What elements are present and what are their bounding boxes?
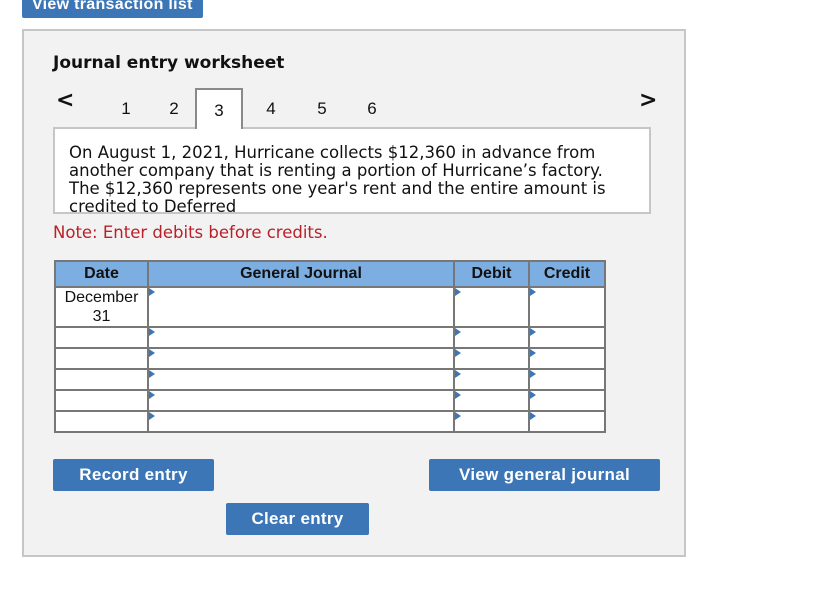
tab-6[interactable]: 6	[348, 88, 396, 128]
date-cell	[54, 347, 149, 370]
account-input[interactable]	[149, 370, 453, 389]
account-cell[interactable]	[147, 326, 455, 349]
debit-input[interactable]	[455, 288, 528, 326]
table-row: December 31	[54, 286, 606, 328]
table-row	[54, 368, 606, 391]
tab-3[interactable]: 3	[195, 88, 243, 129]
table-row	[54, 326, 606, 349]
account-input[interactable]	[149, 391, 453, 410]
debit-input[interactable]	[455, 328, 528, 347]
record-entry-button[interactable]: Record entry	[53, 459, 214, 491]
credit-cell[interactable]	[528, 389, 606, 412]
question-text: On August 1, 2021, Hurricane collects $1…	[69, 143, 606, 214]
view-general-journal-button[interactable]: View general journal	[429, 459, 660, 491]
tab-5[interactable]: 5	[298, 88, 346, 128]
chevron-left-icon[interactable]: <	[56, 90, 74, 112]
account-cell[interactable]	[147, 368, 455, 391]
credit-cell[interactable]	[528, 368, 606, 391]
table-row	[54, 347, 606, 370]
date-cell	[54, 389, 149, 412]
debit-input[interactable]	[455, 412, 528, 431]
debit-input[interactable]	[455, 370, 528, 389]
account-cell[interactable]	[147, 389, 455, 412]
credit-input[interactable]	[530, 349, 604, 368]
view-transaction-list-button[interactable]: View transaction list	[22, 0, 203, 18]
header-debit: Debit	[453, 260, 530, 288]
journal-entry-worksheet-panel: Journal entry worksheet < > 1 2 3 4 5 6 …	[22, 29, 686, 557]
account-cell[interactable]	[147, 286, 455, 328]
header-date: Date	[54, 260, 149, 288]
date-cell	[54, 326, 149, 349]
credit-cell[interactable]	[528, 347, 606, 370]
table-row	[54, 389, 606, 412]
debit-cell[interactable]	[453, 286, 530, 328]
credit-input[interactable]	[530, 412, 604, 431]
tab-2[interactable]: 2	[150, 88, 198, 128]
credit-cell[interactable]	[528, 326, 606, 349]
note-text: Note: Enter debits before credits.	[53, 223, 328, 242]
credit-cell[interactable]	[528, 286, 606, 328]
account-cell[interactable]	[147, 410, 455, 433]
clear-entry-button[interactable]: Clear entry	[226, 503, 369, 535]
debit-input[interactable]	[455, 349, 528, 368]
account-input[interactable]	[149, 328, 453, 347]
credit-input[interactable]	[530, 328, 604, 347]
credit-cell[interactable]	[528, 410, 606, 433]
credit-input[interactable]	[530, 391, 604, 410]
debit-cell[interactable]	[453, 368, 530, 391]
account-input[interactable]	[149, 349, 453, 368]
table-row	[54, 410, 606, 433]
tab-4[interactable]: 4	[247, 88, 295, 128]
credit-input[interactable]	[530, 370, 604, 389]
date-cell	[54, 368, 149, 391]
header-general-journal: General Journal	[147, 260, 455, 288]
date-value: December 31	[64, 289, 139, 325]
debit-cell[interactable]	[453, 326, 530, 349]
worksheet-title: Journal entry worksheet	[53, 53, 285, 73]
debit-cell[interactable]	[453, 410, 530, 433]
tab-1[interactable]: 1	[102, 88, 150, 128]
account-cell[interactable]	[147, 347, 455, 370]
date-cell	[54, 410, 149, 433]
question-text-box[interactable]: On August 1, 2021, Hurricane collects $1…	[53, 127, 651, 214]
chevron-right-icon[interactable]: >	[639, 90, 657, 112]
account-input[interactable]	[149, 288, 453, 326]
date-cell: December 31	[54, 286, 149, 328]
debit-cell[interactable]	[453, 347, 530, 370]
credit-input[interactable]	[530, 288, 604, 326]
debit-cell[interactable]	[453, 389, 530, 412]
journal-table: Date General Journal Debit Credit Decemb…	[54, 260, 606, 433]
debit-input[interactable]	[455, 391, 528, 410]
table-header-row: Date General Journal Debit Credit	[54, 260, 606, 288]
account-input[interactable]	[149, 412, 453, 431]
header-credit: Credit	[528, 260, 606, 288]
